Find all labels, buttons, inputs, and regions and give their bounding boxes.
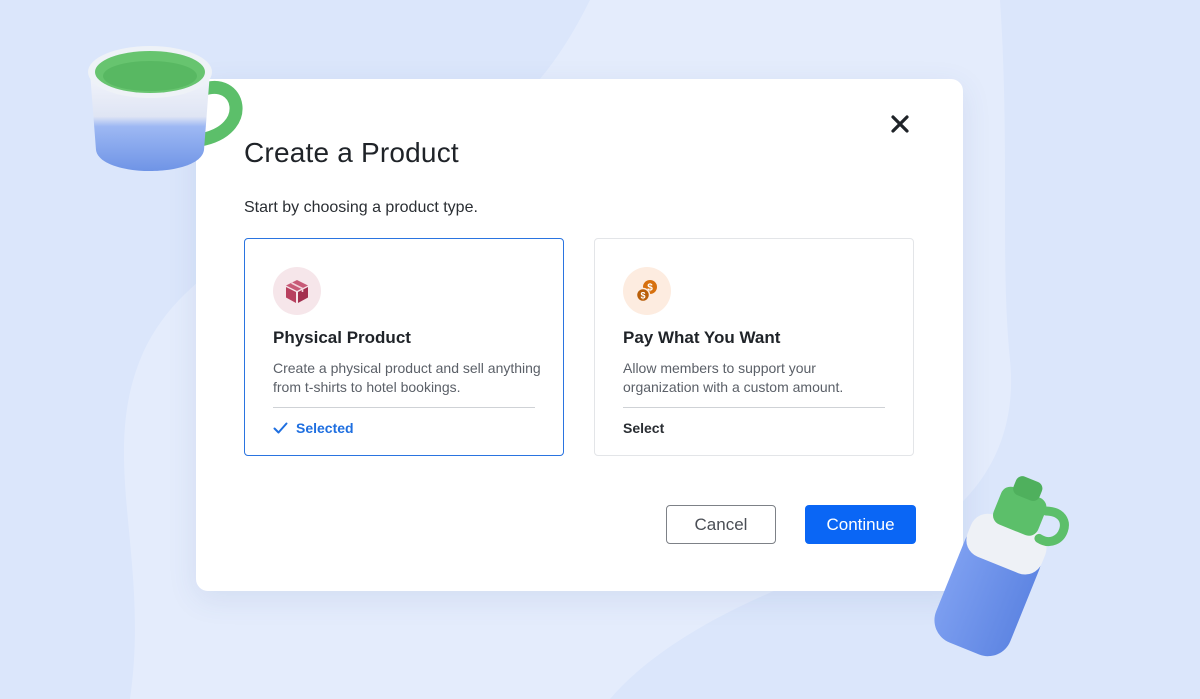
mug-illustration — [88, 46, 243, 171]
selected-label: Selected — [296, 420, 354, 436]
coins-icon: $ $ — [635, 280, 657, 303]
close-button[interactable] — [885, 109, 915, 139]
close-icon — [891, 115, 909, 133]
box-icon — [286, 280, 308, 303]
product-type-card-physical[interactable]: Physical Product Create a physical produ… — [244, 238, 564, 456]
checkmark-icon — [273, 422, 288, 434]
dialog-title: Create a Product — [244, 137, 459, 168]
product-type-card-pay-what-you-want[interactable]: $ $ Pay What You Want Allow members to s… — [594, 238, 914, 456]
card-title: Physical Product — [273, 328, 411, 347]
dialog-subtitle: Start by choosing a product type. — [244, 199, 478, 216]
card-title: Pay What You Want — [623, 328, 781, 347]
cancel-button[interactable]: Cancel — [666, 505, 776, 544]
continue-button[interactable]: Continue — [805, 505, 916, 544]
create-product-dialog: Create a Product Start by choosing a pro… — [196, 79, 963, 591]
bottle-illustration — [934, 476, 1069, 657]
card-divider — [623, 407, 885, 408]
box-icon-badge — [273, 267, 321, 315]
select-link[interactable]: Select — [623, 420, 664, 436]
coins-icon-badge: $ $ — [623, 267, 671, 315]
svg-text:$: $ — [640, 291, 645, 301]
select-label: Select — [623, 420, 665, 436]
card-divider — [273, 407, 535, 408]
card-description: Allow members to support your organizati… — [623, 360, 844, 395]
selected-indicator: Selected — [273, 420, 354, 436]
card-description: Create a physical product and sell anyth… — [273, 360, 541, 395]
